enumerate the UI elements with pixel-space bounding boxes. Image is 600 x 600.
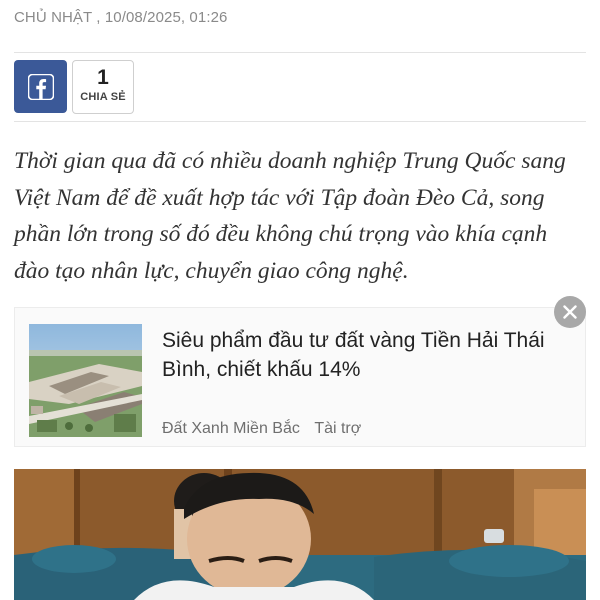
sponsored-card[interactable]: Siêu phẩm đầu tư đất vàng Tiền Hải Thái … xyxy=(14,307,586,447)
facebook-share-button[interactable] xyxy=(14,60,67,113)
divider xyxy=(14,121,586,122)
sponsored-tag: Tài trợ xyxy=(314,420,362,437)
share-label: CHIA SẺ xyxy=(80,91,126,103)
facebook-icon xyxy=(27,73,54,100)
sponsored-title[interactable]: Siêu phẩm đầu tư đất vàng Tiền Hải Thái … xyxy=(162,326,562,384)
share-count-box: 1 CHIA SẺ xyxy=(72,60,134,114)
article-dateline: CHỦ NHẬT , 10/08/2025, 01:26 xyxy=(14,9,228,26)
close-icon xyxy=(563,305,577,319)
article-photo[interactable] xyxy=(14,469,586,600)
article-page: CHỦ NHẬT , 10/08/2025, 01:26 1 CHIA SẺ T… xyxy=(0,0,600,600)
share-count: 1 xyxy=(97,66,109,89)
sponsored-meta: Đất Xanh Miền Bắc Tài trợ xyxy=(162,420,361,438)
aerial-city-image xyxy=(29,324,142,437)
article-sapo: Thời gian qua đã có nhiều doanh nghiệp T… xyxy=(14,148,566,284)
meeting-photo-image xyxy=(14,469,586,600)
close-ad-button[interactable] xyxy=(554,296,586,328)
divider xyxy=(14,52,586,53)
advertiser-name[interactable]: Đất Xanh Miền Bắc xyxy=(162,420,300,437)
sponsored-thumbnail[interactable] xyxy=(29,324,142,437)
